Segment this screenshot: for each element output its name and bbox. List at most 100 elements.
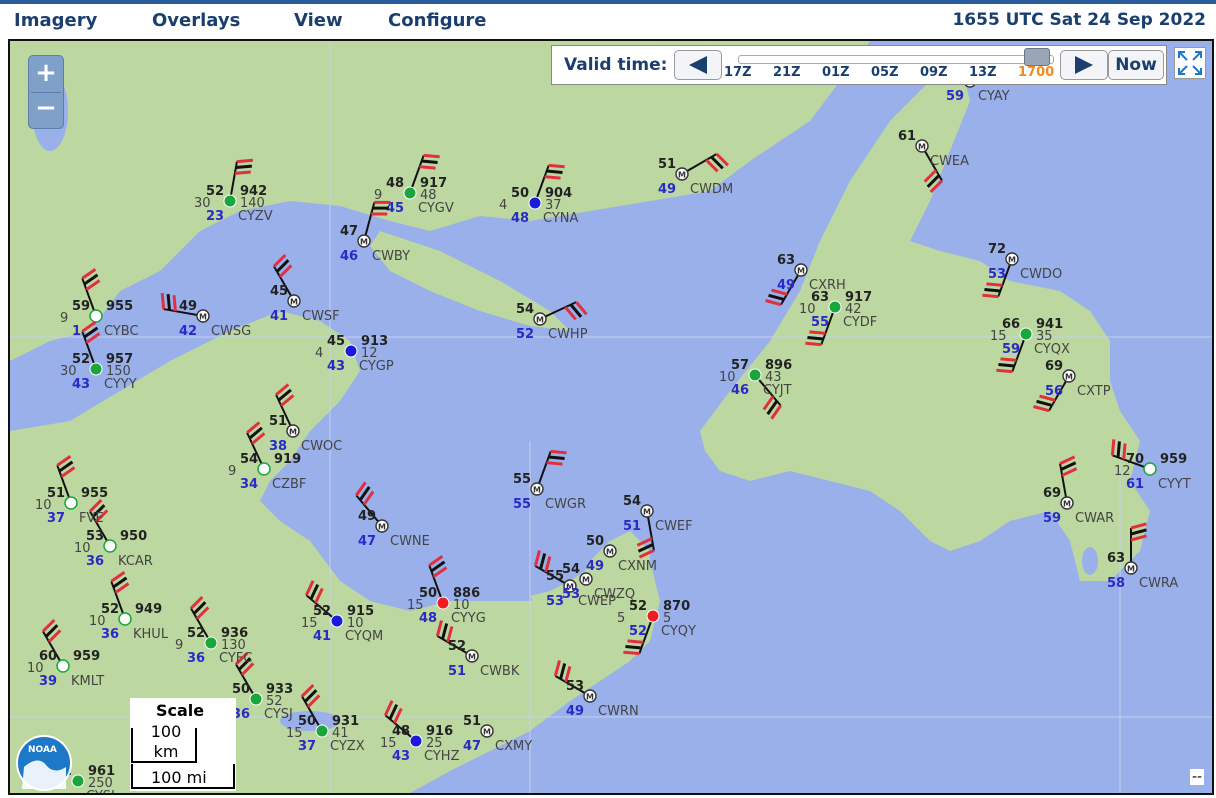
menu-configure[interactable]: Configure [388, 10, 487, 31]
time-tick[interactable]: 21Z [773, 65, 801, 80]
station-id: CWOC [301, 439, 342, 454]
station-dewpoint: 41 [270, 309, 288, 324]
station-dewpoint: 1 [72, 324, 81, 339]
time-slider-track[interactable] [738, 55, 1054, 64]
fullscreen-button[interactable] [1174, 47, 1206, 79]
wind-barb [536, 449, 567, 490]
station-visibility: 9 [175, 638, 183, 653]
station-id: CWHP [548, 327, 588, 342]
station-marker [223, 194, 237, 208]
station-marker [330, 614, 344, 628]
station-id: CYSJ [264, 707, 293, 722]
station-marker-letter: M [536, 316, 544, 325]
map-canvas[interactable]: 522394230 140CYZV48459179 48CYGV50489044 37… [10, 41, 1212, 793]
station-temp: 69 [1043, 486, 1061, 501]
station-marker [748, 368, 762, 382]
station-dewpoint: 56 [1045, 384, 1063, 399]
station-dewpoint: 36 [101, 627, 119, 642]
triangle-left-icon [689, 56, 707, 74]
station-temp: 54 [516, 302, 534, 317]
station-marker-letter: M [1065, 373, 1073, 382]
station-marker-letter: M [483, 728, 491, 737]
station-id: CYFC [219, 651, 252, 666]
time-tick[interactable]: 05Z [871, 65, 899, 80]
station-marker [103, 539, 117, 553]
time-slider-thumb[interactable] [1024, 48, 1050, 66]
station-dewpoint: 34 [240, 477, 258, 492]
now-button[interactable]: Now [1108, 50, 1164, 80]
station-cwsg[interactable]: M49 42 CWSG [160, 292, 251, 339]
station-dewpoint: 36 [187, 651, 205, 666]
scale-legend: Scale 100 km 100 mi [130, 698, 236, 791]
station-dewpoint: 49 [566, 704, 584, 719]
menu-overlays[interactable]: Overlays [152, 10, 240, 31]
station-temp: 61 [898, 129, 916, 144]
time-tick[interactable]: 17Z [724, 65, 752, 80]
scale-km-label: 100 km [150, 722, 182, 761]
station-id: KHUL [133, 627, 169, 642]
station-pressure: 955 [81, 486, 108, 501]
station-cwsf[interactable]: M45 41 CWSF [270, 253, 340, 324]
station-cwne[interactable]: M49 47 CWNE [355, 481, 430, 549]
station-id: CWDM [690, 182, 733, 197]
station-marker [118, 612, 132, 626]
station-dewpoint: 59 [946, 89, 964, 104]
next-time-button[interactable] [1060, 50, 1108, 80]
station-marker [344, 344, 358, 358]
station-dewpoint: 37 [298, 739, 316, 754]
menu-view[interactable]: View [294, 10, 343, 31]
time-tick[interactable]: 09Z [920, 65, 948, 80]
station-marker-letter: M [378, 523, 386, 532]
station-id: CWBK [480, 664, 520, 679]
station-temp: 50 [511, 186, 529, 201]
time-control-panel: Valid time: Now 17Z 21Z 01Z 05Z 09Z 13Z 1700 [551, 45, 1167, 85]
station-id: CWAR [1075, 511, 1114, 526]
station-marker [89, 362, 103, 376]
time-tick[interactable]: 01Z [822, 65, 850, 80]
station-dewpoint: 58 [1107, 576, 1125, 591]
station-temp: 69 [1045, 359, 1063, 374]
station-id: CYNA [543, 211, 579, 226]
station-pressure: 919 [274, 452, 301, 467]
time-tick[interactable]: 13Z [969, 65, 997, 80]
map-view[interactable]: 52 23 942 30 140 CYZV 48 45 917 9 48 CYGV 50 48 904 4 37… [8, 39, 1214, 795]
station-marker [1019, 327, 1033, 341]
station-dewpoint: 49 [777, 278, 795, 293]
station-visibility: 15 [380, 736, 397, 751]
time-tick[interactable]: 1700 [1018, 65, 1054, 80]
zoom-out-button[interactable]: − [31, 92, 61, 125]
station-temp: 54 [623, 494, 641, 509]
station-visibility: 5 [617, 611, 625, 626]
corner-indicator: -- [1190, 769, 1205, 785]
station-dewpoint: 49 [586, 559, 604, 574]
zoom-control: + − [28, 55, 64, 129]
station-marker-letter: M [1063, 500, 1071, 509]
station-id: CYBC [104, 324, 139, 339]
menu-imagery[interactable]: Imagery [14, 10, 97, 31]
station-dewpoint: 37 [47, 511, 65, 526]
prev-time-button[interactable] [674, 50, 722, 80]
station-id: CYYG [451, 611, 486, 626]
station-marker [409, 734, 423, 748]
noaa-logo: NOAA [16, 735, 72, 791]
station-dewpoint: 53 [562, 587, 580, 602]
station-pressure: 950 [120, 529, 147, 544]
station-marker [56, 659, 70, 673]
station-dewpoint: 52 [516, 327, 534, 342]
zoom-in-button[interactable]: + [31, 58, 61, 90]
station-temp: 52 [629, 599, 647, 614]
station-marker [1143, 462, 1157, 476]
station-cwgr[interactable]: M55 55 CWGR [513, 449, 586, 512]
station-id: KMLT [71, 674, 104, 689]
triangle-right-icon [1075, 56, 1093, 74]
station-dewpoint: 52 [629, 624, 647, 639]
station-visibility: 15 [990, 329, 1007, 344]
station-temp: 51 [463, 714, 481, 729]
station-marker [64, 496, 78, 510]
station-id: CZBF [272, 477, 306, 492]
station-pressure: 959 [1160, 452, 1187, 467]
station-id: CYAY [978, 89, 1010, 104]
station-temp: 55 [513, 472, 531, 487]
station-dewpoint: 49 [658, 182, 676, 197]
station-visibility: 9 [60, 311, 68, 326]
